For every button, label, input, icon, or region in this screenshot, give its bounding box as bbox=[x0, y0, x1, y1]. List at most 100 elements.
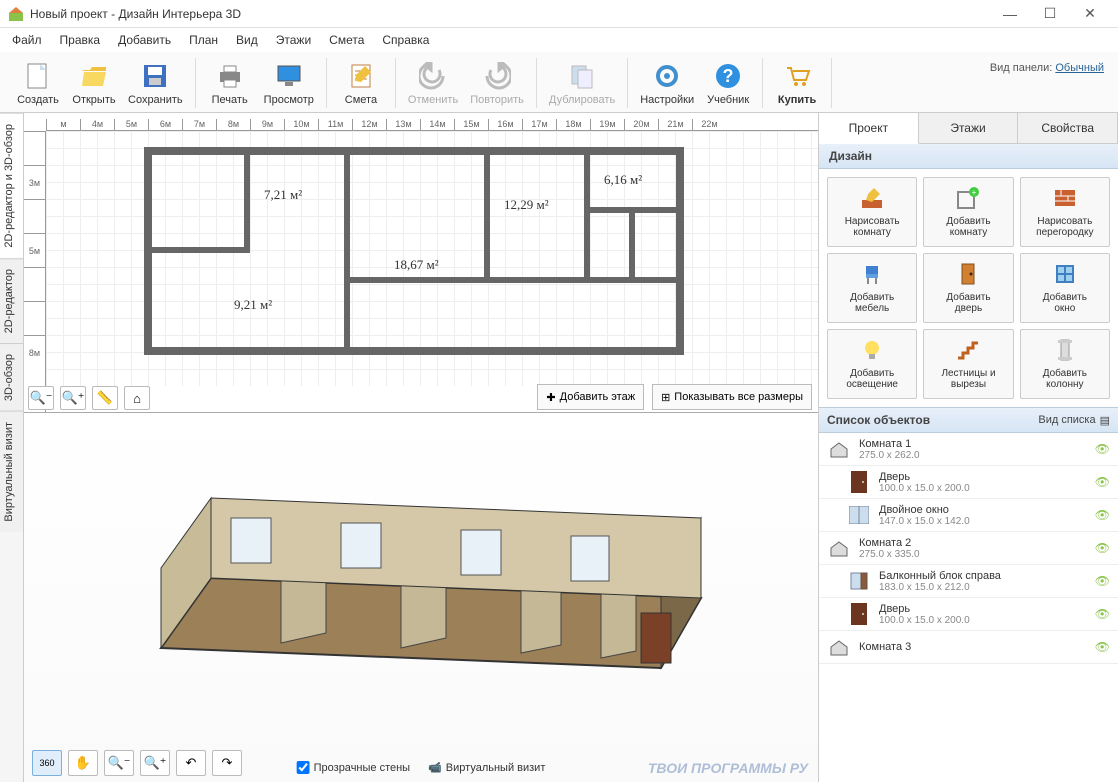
draw-partition-button[interactable]: Нарисоватьперегородку bbox=[1020, 177, 1110, 247]
object-dimensions: 275.0 x 262.0 bbox=[859, 450, 1087, 461]
open-button[interactable]: Открыть bbox=[66, 58, 122, 108]
stairs-button[interactable]: Лестницы ивырезы bbox=[923, 329, 1013, 399]
ruler-horizontal: м4м5м6м7м8м9м10м11м12м13м14м15м16м17м18м… bbox=[46, 113, 818, 131]
buy-button[interactable]: Купить bbox=[769, 58, 825, 108]
visibility-toggle-icon[interactable]: 👁 bbox=[1095, 640, 1110, 654]
door-icon bbox=[847, 602, 871, 626]
chair-icon bbox=[858, 260, 886, 288]
tab-floors[interactable]: Этажи bbox=[919, 113, 1019, 143]
transparent-walls-checkbox[interactable]: Прозрачные стены bbox=[297, 761, 410, 774]
menu-add[interactable]: Добавить bbox=[110, 30, 179, 50]
visibility-toggle-icon[interactable]: 👁 bbox=[1095, 607, 1110, 621]
plan-2d-viewport[interactable]: м4м5м6м7м8м9м10м11м12м13м14м15м16м17м18м… bbox=[24, 113, 818, 413]
draw-room-button[interactable]: Нарисоватькомнату bbox=[827, 177, 917, 247]
print-button[interactable]: Печать bbox=[202, 58, 258, 108]
panel-view-selector[interactable]: Вид панели: Обычный bbox=[990, 58, 1114, 74]
settings-button[interactable]: Настройки bbox=[634, 58, 700, 108]
list-view-icon: ▤ bbox=[1100, 414, 1110, 427]
visibility-toggle-icon[interactable]: 👁 bbox=[1095, 475, 1110, 489]
monitor-icon bbox=[273, 60, 305, 92]
add-furniture-button[interactable]: Добавитьмебель bbox=[827, 253, 917, 323]
zoom-in-button[interactable]: 🔍⁺ bbox=[60, 386, 86, 410]
add-column-button[interactable]: Добавитьколонну bbox=[1020, 329, 1110, 399]
undo-button[interactable]: Отменить bbox=[402, 58, 464, 108]
tab-2d-3d-combo[interactable]: 2D-редактор и 3D-обзор bbox=[0, 113, 23, 258]
object-name: Комната 2 bbox=[859, 537, 1087, 549]
pan-button[interactable]: ✋ bbox=[68, 750, 98, 776]
home-view-button[interactable]: ⌂ bbox=[124, 386, 150, 410]
notepad-icon bbox=[345, 60, 377, 92]
object-name: Дверь bbox=[879, 603, 1087, 615]
object-list[interactable]: Комната 1 275.0 x 262.0 👁 Дверь 100.0 x … bbox=[819, 433, 1118, 782]
object-name: Дверь bbox=[879, 471, 1087, 483]
room-area-4: 6,16 м² bbox=[604, 172, 642, 188]
room-area-3: 12,29 м² bbox=[504, 197, 549, 213]
object-item[interactable]: Комната 1 275.0 x 262.0 👁 bbox=[819, 433, 1118, 466]
title-bar: Новый проект - Дизайн Интерьера 3D — ☐ ✕ bbox=[0, 0, 1118, 28]
zoom-in-3d-button[interactable]: 🔍⁺ bbox=[140, 750, 170, 776]
object-item[interactable]: Балконный блок справа 183.0 x 15.0 x 212… bbox=[819, 565, 1118, 598]
floorplan[interactable]: 7,21 м² 18,67 м² 12,29 м² 6,16 м² 9,21 м… bbox=[144, 147, 684, 367]
tab-properties[interactable]: Свойства bbox=[1018, 113, 1118, 143]
visibility-toggle-icon[interactable]: 👁 bbox=[1095, 508, 1110, 522]
close-button[interactable]: ✕ bbox=[1070, 2, 1110, 26]
redo-button[interactable]: Повторить bbox=[464, 58, 530, 108]
duplicate-button[interactable]: Дублировать bbox=[543, 58, 621, 108]
column-icon bbox=[1051, 336, 1079, 364]
object-item[interactable]: Дверь 100.0 x 15.0 x 200.0 👁 bbox=[819, 598, 1118, 631]
add-room-button[interactable]: +Добавитькомнату bbox=[923, 177, 1013, 247]
visibility-toggle-icon[interactable]: 👁 bbox=[1095, 442, 1110, 456]
menu-estimate[interactable]: Смета bbox=[321, 30, 372, 50]
dimensions-icon: ⊞ bbox=[661, 391, 670, 404]
side-tabs: 2D-редактор и 3D-обзор 2D-редактор 3D-об… bbox=[0, 113, 24, 782]
measure-button[interactable]: 📏 bbox=[92, 386, 118, 410]
rotate-left-button[interactable]: ↶ bbox=[176, 750, 206, 776]
object-dimensions: 275.0 x 335.0 bbox=[859, 549, 1087, 560]
estimate-button[interactable]: Смета bbox=[333, 58, 389, 108]
door-icon bbox=[847, 470, 871, 494]
camera-icon: 📹 bbox=[428, 761, 442, 774]
menu-floors[interactable]: Этажи bbox=[268, 30, 319, 50]
design-tool-grid: Нарисоватькомнату +Добавитькомнату Нарис… bbox=[819, 169, 1118, 407]
zoom-out-3d-button[interactable]: 🔍⁻ bbox=[104, 750, 134, 776]
orbit-360-button[interactable]: 360 bbox=[32, 750, 62, 776]
tab-project[interactable]: Проект bbox=[819, 113, 919, 144]
visibility-toggle-icon[interactable]: 👁 bbox=[1095, 541, 1110, 555]
save-button[interactable]: Сохранить bbox=[122, 58, 189, 108]
menu-plan[interactable]: План bbox=[181, 30, 226, 50]
object-item[interactable]: Комната 2 275.0 x 335.0 👁 bbox=[819, 532, 1118, 565]
tab-3d-view[interactable]: 3D-обзор bbox=[0, 343, 23, 411]
tab-virtual-visit[interactable]: Виртуальный визит bbox=[0, 411, 23, 532]
object-name: Комната 3 bbox=[859, 641, 1087, 653]
object-item[interactable]: Двойное окно 147.0 x 15.0 x 142.0 👁 bbox=[819, 499, 1118, 532]
svg-text:+: + bbox=[972, 188, 977, 197]
view-3d-viewport[interactable]: 360 ✋ 🔍⁻ 🔍⁺ ↶ ↷ Прозрачные стены 📹Виртуа… bbox=[24, 413, 818, 782]
add-door-button[interactable]: Добавитьдверь bbox=[923, 253, 1013, 323]
menu-edit[interactable]: Правка bbox=[52, 30, 109, 50]
zoom-out-button[interactable]: 🔍⁻ bbox=[28, 386, 54, 410]
tab-2d-editor[interactable]: 2D-редактор bbox=[0, 258, 23, 343]
visibility-toggle-icon[interactable]: 👁 bbox=[1095, 574, 1110, 588]
room-area-1: 7,21 м² bbox=[264, 187, 302, 203]
pencil-wall-icon bbox=[858, 184, 886, 212]
menu-file[interactable]: Файл bbox=[4, 30, 50, 50]
preview-button[interactable]: Просмотр bbox=[258, 58, 320, 108]
add-window-button[interactable]: Добавитьокно bbox=[1020, 253, 1110, 323]
minimize-button[interactable]: — bbox=[990, 2, 1030, 26]
window-icon bbox=[1051, 260, 1079, 288]
object-item[interactable]: Комната 3 👁 bbox=[819, 631, 1118, 664]
menu-help[interactable]: Справка bbox=[374, 30, 437, 50]
create-button[interactable]: Создать bbox=[10, 58, 66, 108]
camera-view-checkbox[interactable]: 📹Виртуальный визит bbox=[428, 761, 545, 774]
maximize-button[interactable]: ☐ bbox=[1030, 2, 1070, 26]
window-title: Новый проект - Дизайн Интерьера 3D bbox=[30, 7, 990, 21]
menu-view[interactable]: Вид bbox=[228, 30, 266, 50]
show-dimensions-button[interactable]: ⊞Показывать все размеры bbox=[652, 384, 812, 410]
add-lighting-button[interactable]: Добавитьосвещение bbox=[827, 329, 917, 399]
rotate-right-button[interactable]: ↷ bbox=[212, 750, 242, 776]
list-view-toggle[interactable]: Вид списка ▤ bbox=[1038, 414, 1110, 427]
object-item[interactable]: Дверь 100.0 x 15.0 x 200.0 👁 bbox=[819, 466, 1118, 499]
add-floor-button[interactable]: ✚Добавить этаж bbox=[537, 384, 644, 410]
object-dimensions: 100.0 x 15.0 x 200.0 bbox=[879, 615, 1087, 626]
tutorial-button[interactable]: ?Учебник bbox=[700, 58, 756, 108]
